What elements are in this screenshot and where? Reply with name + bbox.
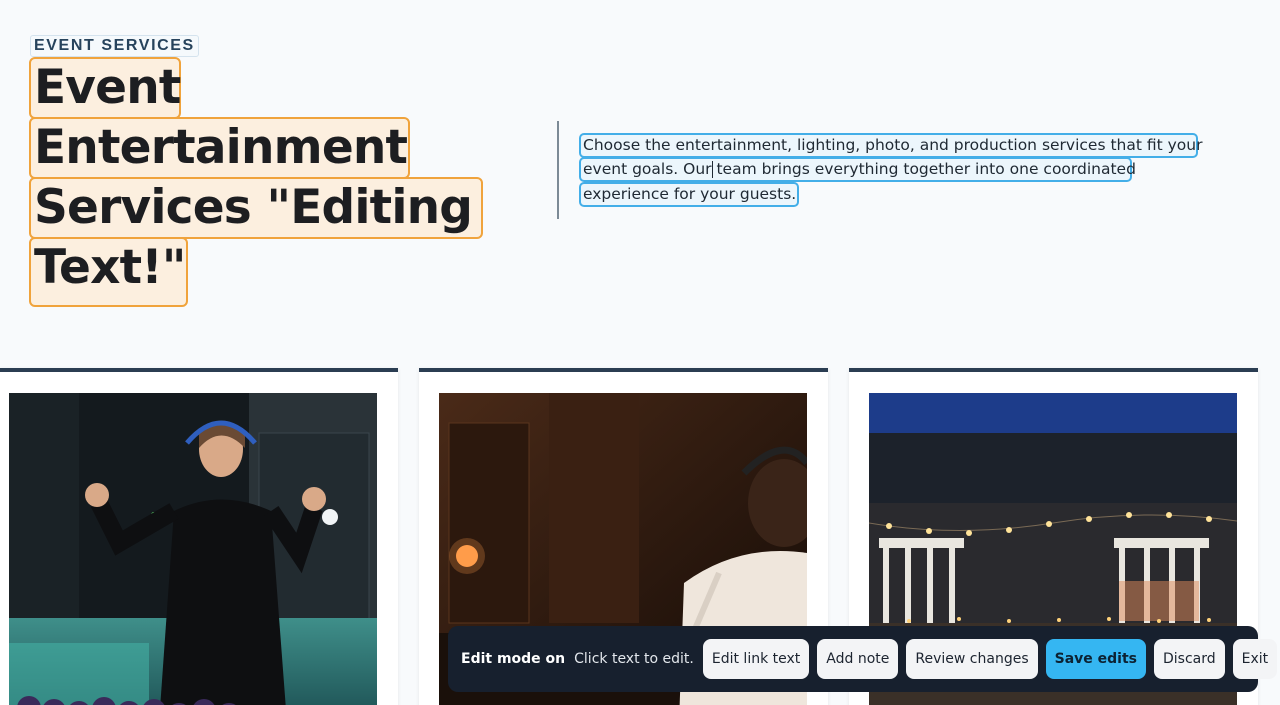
intro-text-line-2[interactable]: event goals. Our team brings everything …	[579, 157, 1136, 182]
page-title-line-3[interactable]: Services "Editing	[29, 177, 483, 239]
page-title-line-4[interactable]: Text!"	[29, 237, 188, 307]
review-changes-button[interactable]: Review changes	[906, 639, 1038, 679]
discard-button[interactable]: Discard	[1153, 639, 1225, 679]
woman-dancing-with-headphones-photo	[9, 393, 377, 705]
service-card-1[interactable]	[0, 368, 398, 705]
edit-mode-status: Edit mode on	[461, 651, 566, 667]
edit-link-text-button[interactable]: Edit link text	[702, 639, 810, 679]
vertical-divider	[557, 121, 559, 219]
intro-text-line-3[interactable]: experience for your guests.	[579, 182, 799, 207]
section-eyebrow[interactable]: EVENT SERVICES	[30, 35, 199, 57]
text-caret	[712, 161, 713, 178]
add-note-button[interactable]: Add note	[817, 639, 899, 679]
exit-button[interactable]: Exit	[1232, 639, 1278, 679]
page-title-line-1[interactable]: Event	[29, 57, 181, 119]
edit-mode-hint: Click text to edit.	[574, 651, 694, 667]
save-edits-button[interactable]: Save edits	[1045, 639, 1146, 679]
edit-mode-toolbar: Edit mode on Click text to edit. Edit li…	[448, 626, 1278, 692]
intro-text-line-1[interactable]: Choose the entertainment, lighting, phot…	[579, 133, 1203, 158]
page-title-line-2[interactable]: Entertainment	[29, 117, 410, 179]
